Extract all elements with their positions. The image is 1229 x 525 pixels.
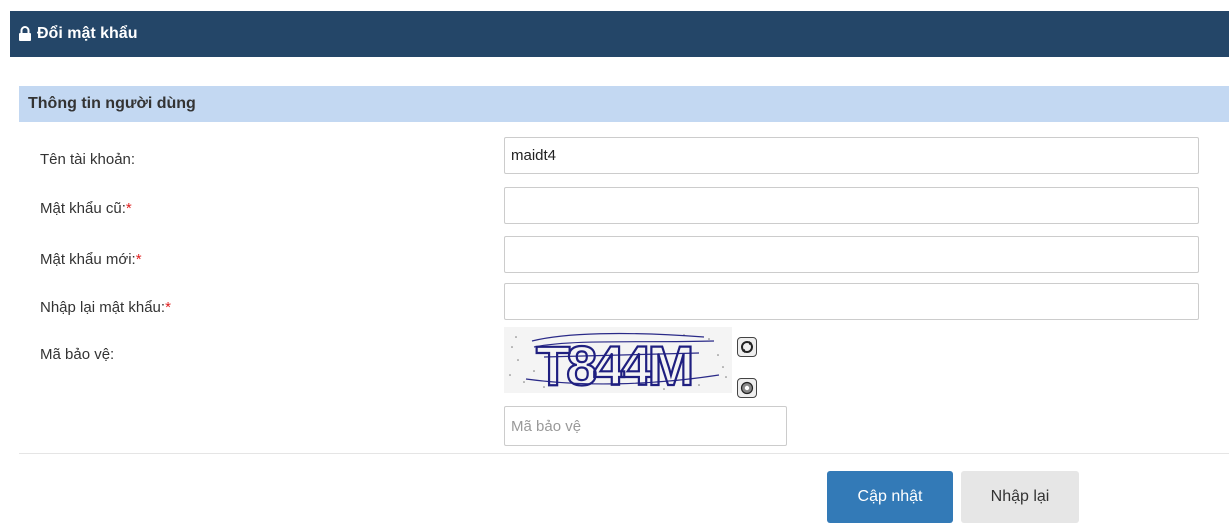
section-header: Thông tin người dùng [19,86,1229,122]
reset-button[interactable]: Nhập lại [961,471,1079,523]
required-mark: * [125,200,132,217]
new-password-label: Mật khẩu mới:* [40,251,142,268]
audio-captcha-button[interactable] [737,378,757,398]
username-label: Tên tài khoản: [40,151,136,168]
speaker-icon [740,381,754,395]
required-mark: * [135,251,142,268]
section-title: Thông tin người dùng [28,95,196,112]
required-mark: * [165,299,171,316]
page-title: Đổi mật khẩu [37,25,138,42]
captcha-label: Mã bảo vệ: [40,346,115,363]
refresh-icon [741,341,753,353]
form-divider [19,453,1229,454]
old-password-field[interactable] [504,187,1199,224]
page-header: Đổi mật khẩu [10,11,1229,57]
confirm-password-field[interactable] [504,283,1199,320]
refresh-captcha-button[interactable] [737,337,757,357]
username-field[interactable] [504,137,1199,174]
captcha-input[interactable] [504,406,787,446]
new-password-field[interactable] [504,236,1199,273]
confirm-password-label: Nhập lại mật khẩu:* [40,299,171,316]
lock-icon [19,26,31,41]
update-button[interactable]: Cập nhật [827,471,953,523]
captcha-image: T844M [504,327,732,393]
captcha-text: T844M [536,334,691,393]
old-password-label: Mật khẩu cũ:* [40,200,132,217]
